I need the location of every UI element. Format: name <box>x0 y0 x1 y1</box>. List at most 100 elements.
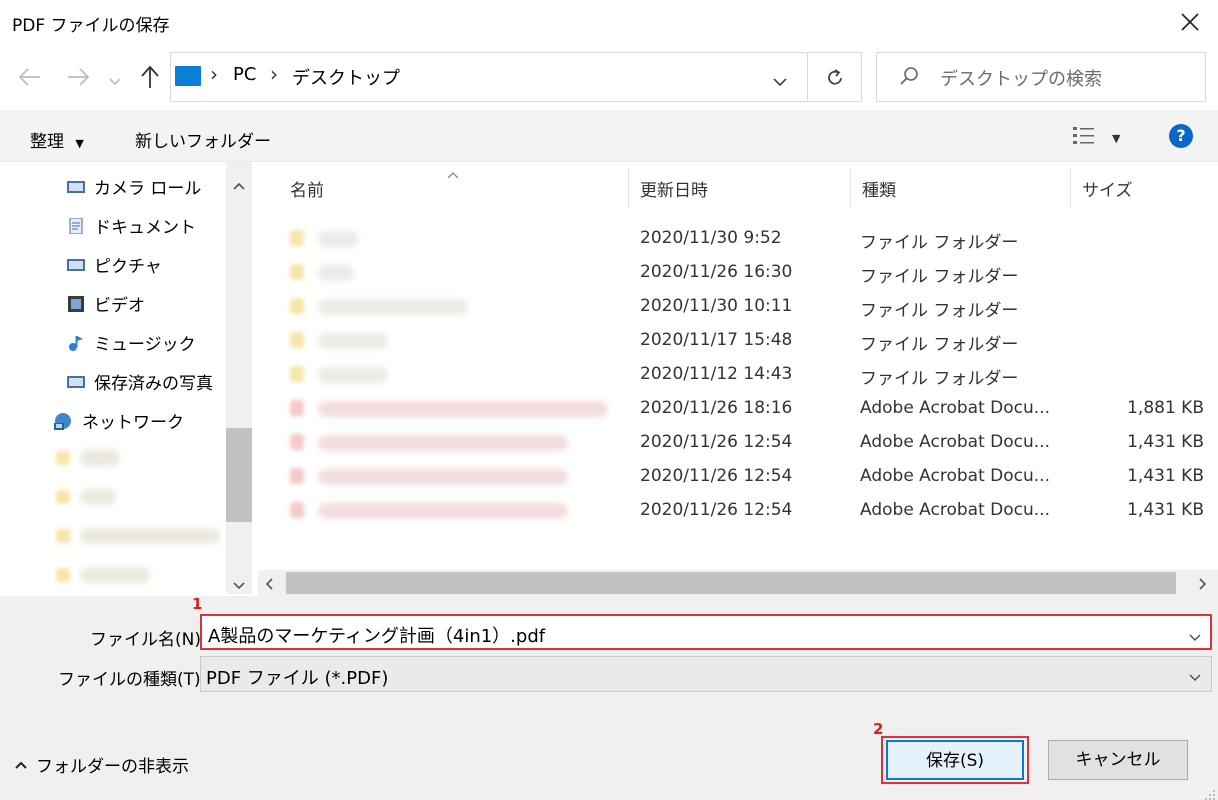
folder-icon <box>290 332 304 348</box>
breadcrumb-separator-icon: › <box>270 62 278 86</box>
back-icon[interactable] <box>18 66 42 92</box>
file-name-obscured <box>318 333 388 349</box>
column-header-name[interactable]: 名前 <box>290 176 324 201</box>
breadcrumb-desktop[interactable]: デスクトップ <box>292 64 400 90</box>
file-date: 2020/11/26 18:16 <box>640 398 793 418</box>
nav-item-obscured[interactable] <box>56 489 116 505</box>
folder-icon <box>290 298 304 314</box>
file-date: 2020/11/17 15:48 <box>640 330 793 350</box>
column-header-date[interactable]: 更新日時 <box>640 176 708 201</box>
file-type: Adobe Acrobat Docu... <box>860 398 1050 418</box>
scroll-up-icon[interactable] <box>232 176 246 196</box>
column-divider[interactable] <box>628 168 629 208</box>
folder-icon <box>56 568 70 582</box>
file-date: 2020/11/30 10:11 <box>640 296 793 316</box>
nav-item-saved-pictures[interactable]: 保存済みの写真 <box>66 369 213 394</box>
file-type: ファイル フォルダー <box>860 267 1019 287</box>
file-list-scrollbar-thumb[interactable] <box>286 572 1176 594</box>
view-dropdown-icon[interactable]: ▼ <box>1112 132 1120 145</box>
chevron-up-icon <box>15 761 27 769</box>
nav-item-label: ネットワーク <box>82 413 184 433</box>
hide-folders-label: フォルダーの非表示 <box>36 757 189 777</box>
column-divider[interactable] <box>850 168 851 208</box>
nav-item-obscured[interactable] <box>56 450 120 466</box>
file-date: 2020/11/12 14:43 <box>640 364 793 384</box>
nav-item-obscured[interactable] <box>56 528 220 544</box>
pictures-icon <box>67 258 85 271</box>
annotation-marker-1: 1 <box>192 595 203 613</box>
obscured-text <box>80 489 116 505</box>
nav-item-camera-roll[interactable]: カメラ ロール <box>66 174 201 199</box>
obscured-text <box>80 450 120 466</box>
camera-roll-icon <box>67 180 85 193</box>
file-name-obscured <box>318 265 354 281</box>
file-type: ファイル フォルダー <box>860 335 1019 355</box>
navigation-scrollbar-thumb[interactable] <box>226 428 252 522</box>
address-dropdown-chevron-icon[interactable] <box>772 72 788 92</box>
column-header-size[interactable]: サイズ <box>1082 176 1133 201</box>
pdf-file-icon <box>290 400 304 416</box>
music-icon <box>69 335 83 351</box>
file-type: Adobe Acrobat Docu... <box>860 432 1050 452</box>
scroll-down-icon[interactable] <box>232 576 246 596</box>
up-icon[interactable] <box>140 64 160 95</box>
help-icon[interactable]: ? <box>1169 124 1193 148</box>
save-button[interactable]: 保存(S) <box>886 740 1024 780</box>
nav-item-label: 保存済みの写真 <box>94 374 213 394</box>
forward-icon[interactable] <box>66 66 90 92</box>
nav-item-documents[interactable]: ドキュメント <box>66 213 196 238</box>
recent-locations-chevron-icon[interactable] <box>108 72 122 92</box>
file-name-obscured <box>318 367 388 383</box>
nav-item-obscured[interactable] <box>56 567 150 583</box>
breadcrumb-pc[interactable]: PC <box>233 64 256 85</box>
column-header-type[interactable]: 種類 <box>862 176 896 201</box>
nav-item-music[interactable]: ミュージック <box>66 330 196 355</box>
hide-folders-toggle[interactable]: フォルダーの非表示 <box>14 752 189 777</box>
file-type: Adobe Acrobat Docu... <box>860 500 1050 520</box>
videos-icon <box>68 295 84 312</box>
folder-icon <box>290 230 304 246</box>
organize-label: 整理 <box>30 132 64 152</box>
nav-item-pictures[interactable]: ピクチャ <box>66 252 162 277</box>
file-name-obscured <box>318 435 568 451</box>
filetype-dropdown-chevron-icon[interactable] <box>1188 668 1202 688</box>
close-icon[interactable] <box>1176 8 1204 36</box>
scroll-left-icon[interactable] <box>264 576 274 596</box>
sort-ascending-icon <box>446 164 460 184</box>
new-folder-button[interactable]: 新しいフォルダー <box>135 127 271 152</box>
nav-item-label: ミュージック <box>94 335 196 355</box>
cancel-button[interactable]: キャンセル <box>1048 740 1188 780</box>
nav-item-label: ピクチャ <box>94 257 162 277</box>
filename-dropdown-chevron-icon[interactable] <box>1188 628 1202 648</box>
file-date: 2020/11/26 16:30 <box>640 262 793 282</box>
scroll-right-icon[interactable] <box>1198 576 1208 596</box>
file-date: 2020/11/26 12:54 <box>640 466 793 486</box>
folder-icon <box>56 451 70 465</box>
resize-grip-icon[interactable] <box>1204 786 1216 800</box>
organize-button[interactable]: 整理 ▼ <box>30 127 84 152</box>
nav-item-network[interactable]: ネットワーク <box>52 408 184 433</box>
file-date: 2020/11/30 9:52 <box>640 228 782 248</box>
filetype-label: ファイルの種類(T): <box>58 670 207 690</box>
search-placeholder: デスクトップの検索 <box>940 69 1102 90</box>
folder-icon <box>56 490 70 504</box>
pc-icon <box>175 66 201 86</box>
file-type: ファイル フォルダー <box>860 233 1019 253</box>
column-divider[interactable] <box>1070 168 1071 208</box>
file-type: Adobe Acrobat Docu... <box>860 466 1050 486</box>
pdf-file-icon <box>290 468 304 484</box>
address-bar[interactable] <box>170 52 808 102</box>
filename-value: A製品のマーケティング計画（4in1）.pdf <box>208 626 546 647</box>
network-icon <box>54 412 71 430</box>
obscured-text <box>80 567 150 583</box>
nav-item-videos[interactable]: ビデオ <box>66 291 145 316</box>
file-name-obscured <box>318 231 358 247</box>
navigation-scrollbar[interactable] <box>226 162 252 594</box>
pdf-file-icon <box>290 434 304 450</box>
filetype-value: PDF ファイル (*.PDF) <box>206 668 389 689</box>
view-options-icon[interactable] <box>1072 125 1098 152</box>
folder-icon <box>290 366 304 382</box>
saved-pictures-icon <box>67 375 85 388</box>
nav-item-label: ビデオ <box>94 296 145 316</box>
refresh-button[interactable] <box>808 52 862 102</box>
